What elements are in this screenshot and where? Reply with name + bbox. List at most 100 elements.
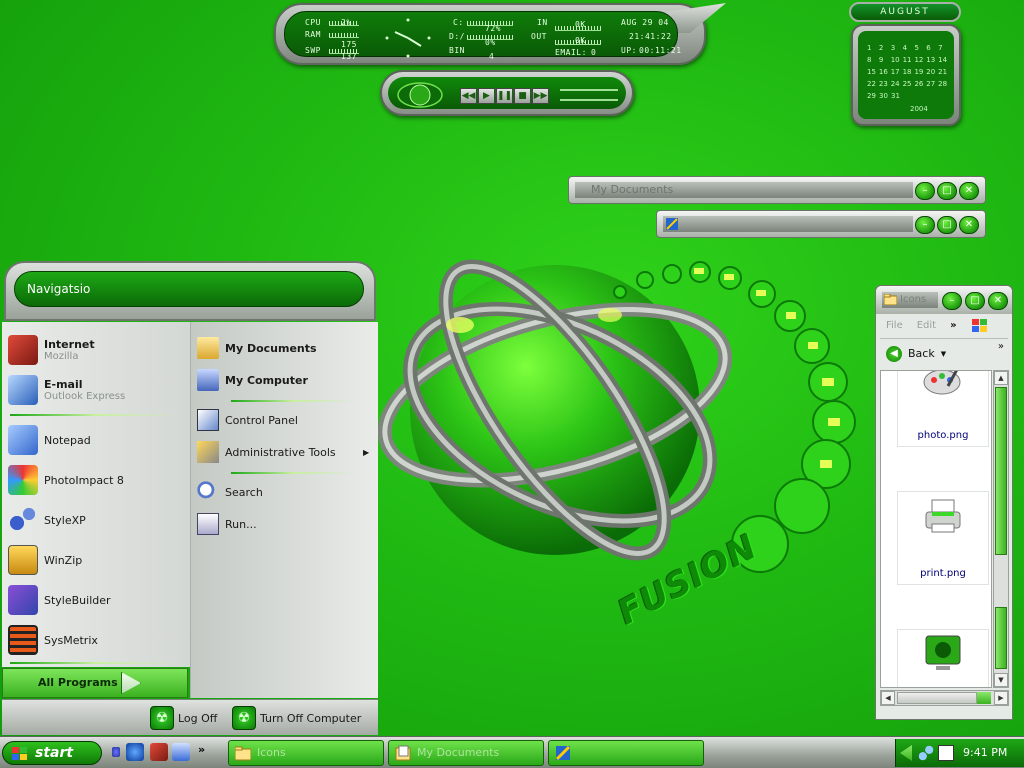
- right-run[interactable]: Run...: [197, 512, 257, 536]
- calendar-day: 6: [926, 44, 931, 52]
- rewind-icon: ◀◀: [461, 91, 476, 101]
- monitor-icon: [925, 635, 961, 670]
- calendar-day: 17: [890, 68, 900, 76]
- uptime-label: UP:: [621, 46, 637, 55]
- swp-value: 137: [341, 52, 357, 61]
- menu-file[interactable]: File: [886, 316, 903, 336]
- recent-label: PhotoImpact 8: [44, 473, 124, 487]
- recycle-bin-value: 4: [489, 52, 495, 61]
- calendar-month-header: AUGUST: [849, 2, 961, 22]
- recent-label: SysMetrix: [44, 633, 98, 647]
- player-logo-icon: [397, 82, 443, 108]
- right-my-documents[interactable]: My Documents: [197, 336, 317, 360]
- maximize-button[interactable]: □: [937, 216, 957, 234]
- volume-slider[interactable]: [560, 99, 618, 101]
- maximize-button[interactable]: □: [965, 292, 985, 310]
- pinned-internet[interactable]: Internet Mozilla: [8, 332, 95, 368]
- maximize-button[interactable]: □: [937, 182, 957, 200]
- clock[interactable]: 9:41 PM: [963, 746, 1007, 759]
- close-button[interactable]: ✕: [959, 216, 979, 234]
- pinned-email[interactable]: E-mail Outlook Express: [8, 372, 125, 408]
- start-menu-left-pane: Internet Mozilla E-mail Outlook Express No…: [2, 322, 190, 667]
- recent-stylexp[interactable]: StyleXP: [8, 502, 86, 538]
- mozilla-icon[interactable]: [150, 743, 168, 761]
- log-off-button[interactable]: ☢ Log Off: [150, 706, 217, 730]
- turn-off-button[interactable]: ☢ Turn Off Computer: [232, 706, 361, 730]
- back-arrow-icon[interactable]: ◀: [886, 345, 902, 362]
- toolbar-overflow-icon[interactable]: »: [998, 341, 1004, 352]
- stop-button[interactable]: ■: [514, 88, 531, 104]
- recent-winzip[interactable]: WinZip: [8, 542, 82, 578]
- right-control-panel[interactable]: Control Panel: [197, 408, 298, 432]
- right-admin-tools[interactable]: Administrative Tools ▶: [197, 440, 369, 464]
- net-out-label: OUT: [531, 32, 547, 41]
- right-search[interactable]: Search: [197, 480, 263, 504]
- paint-palette-icon: [923, 371, 961, 395]
- vertical-scrollbar[interactable]: ▲ ▼: [993, 370, 1009, 688]
- recent-sysmetrix[interactable]: SysMetrix: [8, 622, 98, 658]
- my-documents-window-titlebar[interactable]: My Documents – □ ✕: [568, 176, 986, 204]
- scroll-down-icon[interactable]: ▼: [994, 673, 1008, 687]
- rewind-button[interactable]: ◀◀: [460, 88, 477, 104]
- stop-icon: ■: [518, 91, 527, 101]
- app-icon: [666, 218, 678, 230]
- explorer-titlebar[interactable]: Icons – □ ✕: [876, 286, 1012, 314]
- fast-forward-icon: ▶▶: [533, 91, 548, 101]
- maximize-icon: □: [970, 295, 980, 306]
- calendar-day: 15: [867, 68, 876, 76]
- app-icon: [555, 745, 571, 761]
- fast-forward-button[interactable]: ▶▶: [532, 88, 549, 104]
- tray-expand-icon[interactable]: [900, 745, 912, 761]
- task-label: My Documents: [417, 746, 500, 759]
- start-button[interactable]: start: [2, 741, 102, 765]
- calendar-day: 27: [926, 80, 936, 88]
- scroll-thumb[interactable]: [995, 387, 1007, 555]
- seek-slider[interactable]: [560, 89, 618, 91]
- recent-photoimpact[interactable]: PhotoImpact 8: [8, 462, 124, 498]
- play-icon: ▶: [483, 91, 490, 101]
- minimize-button[interactable]: –: [942, 292, 962, 310]
- scroll-right-icon[interactable]: ▶: [994, 691, 1008, 705]
- task-button-my-documents[interactable]: My Documents: [388, 740, 544, 766]
- show-desktop-icon[interactable]: [112, 747, 120, 757]
- close-icon: ✕: [993, 295, 1003, 306]
- calendar-day: 25: [902, 80, 912, 88]
- all-programs-button[interactable]: All Programs: [2, 668, 188, 698]
- menu-edit[interactable]: Edit: [917, 316, 936, 336]
- minimize-button[interactable]: –: [915, 216, 935, 234]
- task-button-app[interactable]: [548, 740, 704, 766]
- separator: [10, 414, 180, 416]
- minimize-button[interactable]: –: [915, 182, 935, 200]
- play-button[interactable]: ▶: [478, 88, 495, 104]
- horizontal-scrollbar[interactable]: ◀ ▶: [880, 690, 1009, 706]
- right-item-label: Control Panel: [225, 413, 298, 427]
- quicklaunch-overflow-icon[interactable]: »: [198, 743, 205, 756]
- calendar-day: 10: [890, 56, 900, 64]
- internet-explorer-icon[interactable]: [126, 743, 144, 761]
- file-name: photo.png: [917, 430, 969, 441]
- back-button[interactable]: Back: [908, 347, 935, 360]
- folder-icon: [884, 294, 897, 305]
- calendar-day: 19: [914, 68, 924, 76]
- chevron-down-icon[interactable]: ▼: [941, 350, 946, 358]
- folder-icon: [235, 746, 251, 761]
- pinned-title: Internet: [44, 338, 95, 351]
- scroll-left-icon[interactable]: ◀: [881, 691, 895, 705]
- file-item[interactable]: print.png: [897, 568, 989, 687]
- recent-stylebuilder[interactable]: StyleBuilder: [8, 582, 111, 618]
- recent-notepad[interactable]: Notepad: [8, 422, 91, 458]
- close-button[interactable]: ✕: [959, 182, 979, 200]
- outlook-express-icon[interactable]: [172, 743, 190, 761]
- network-tray-icon[interactable]: [938, 745, 954, 761]
- start-menu-right-pane: My Documents My Computer Control Panel A…: [190, 322, 378, 698]
- scroll-up-icon[interactable]: ▲: [994, 371, 1008, 385]
- pause-button[interactable]: ❚❚: [496, 88, 513, 104]
- right-my-computer[interactable]: My Computer: [197, 368, 308, 392]
- app-window-titlebar[interactable]: – □ ✕: [656, 210, 986, 238]
- calendar-day: 13: [926, 56, 936, 64]
- menu-overflow-icon[interactable]: »: [950, 316, 956, 336]
- close-button[interactable]: ✕: [988, 292, 1008, 310]
- scroll-thumb[interactable]: [897, 692, 977, 704]
- task-button-icons[interactable]: Icons: [228, 740, 384, 766]
- stylexp-tray-icon[interactable]: [918, 745, 934, 761]
